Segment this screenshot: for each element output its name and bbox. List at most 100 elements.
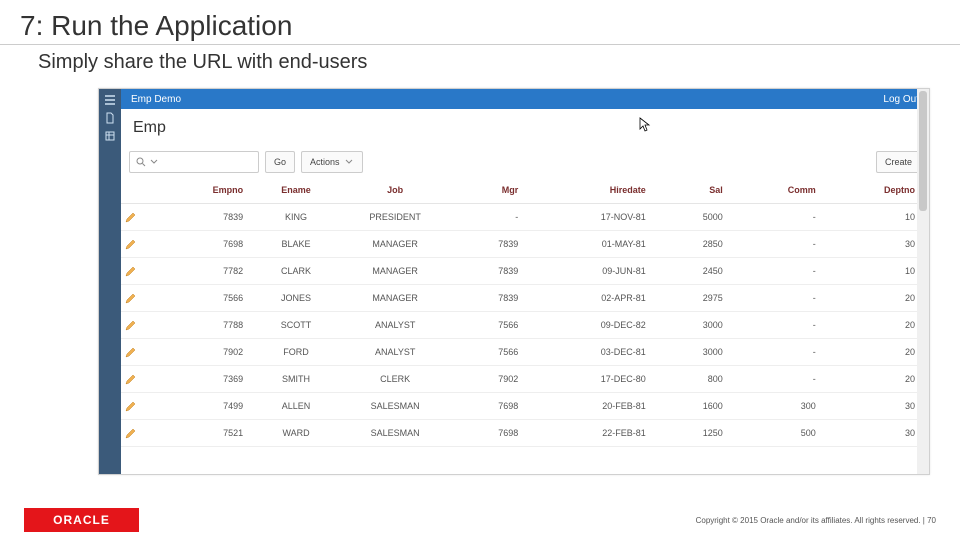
cell-sal: 800 bbox=[660, 366, 737, 393]
table-row: 7521WARDSALESMAN769822-FEB-81125050030 bbox=[121, 420, 929, 447]
cell-sal: 3000 bbox=[660, 312, 737, 339]
cell-job: ANALYST bbox=[335, 339, 455, 366]
cell-ename: SCOTT bbox=[257, 312, 335, 339]
cell-comm: - bbox=[737, 231, 830, 258]
table-row: 7369SMITHCLERK790217-DEC-80800-20 bbox=[121, 366, 929, 393]
cell-hiredate: 17-DEC-80 bbox=[532, 366, 660, 393]
actions-button[interactable]: Actions bbox=[301, 151, 363, 173]
cell-mgr: 7839 bbox=[455, 231, 532, 258]
cell-job: SALESMAN bbox=[335, 393, 455, 420]
col-mgr[interactable]: Mgr bbox=[455, 177, 532, 204]
cell-empno: 7782 bbox=[159, 258, 257, 285]
col-sal[interactable]: Sal bbox=[660, 177, 737, 204]
cell-empno: 7566 bbox=[159, 285, 257, 312]
cell-ename: FORD bbox=[257, 339, 335, 366]
cell-deptno: 20 bbox=[830, 285, 929, 312]
cell-hiredate: 09-DEC-82 bbox=[532, 312, 660, 339]
cell-hiredate: 09-JUN-81 bbox=[532, 258, 660, 285]
cell-hiredate: 20-FEB-81 bbox=[532, 393, 660, 420]
cell-comm: - bbox=[737, 312, 830, 339]
cell-hiredate: 22-FEB-81 bbox=[532, 420, 660, 447]
edit-icon[interactable] bbox=[121, 204, 159, 231]
cell-mgr: 7839 bbox=[455, 258, 532, 285]
cell-empno: 7839 bbox=[159, 204, 257, 231]
toolbar: Go Actions Create bbox=[121, 147, 929, 178]
cell-ename: JONES bbox=[257, 285, 335, 312]
vertical-scrollbar[interactable] bbox=[917, 89, 929, 474]
create-button[interactable]: Create bbox=[876, 151, 921, 173]
cell-deptno: 20 bbox=[830, 312, 929, 339]
col-deptno[interactable]: Deptno bbox=[830, 177, 929, 204]
cell-mgr: 7698 bbox=[455, 420, 532, 447]
cell-ename: SMITH bbox=[257, 366, 335, 393]
table-header-row: Empno Ename Job Mgr Hiredate Sal Comm De… bbox=[121, 177, 929, 204]
cell-hiredate: 03-DEC-81 bbox=[532, 339, 660, 366]
cell-ename: BLAKE bbox=[257, 231, 335, 258]
col-ename[interactable]: Ename bbox=[257, 177, 335, 204]
slide-subtitle: Simply share the URL with end-users bbox=[0, 45, 960, 78]
cell-empno: 7902 bbox=[159, 339, 257, 366]
cell-sal: 2450 bbox=[660, 258, 737, 285]
cell-ename: KING bbox=[257, 204, 335, 231]
table-row: 7698BLAKEMANAGER783901-MAY-812850-30 bbox=[121, 231, 929, 258]
col-comm[interactable]: Comm bbox=[737, 177, 830, 204]
cell-mgr: 7566 bbox=[455, 312, 532, 339]
cell-deptno: 20 bbox=[830, 366, 929, 393]
emp-table: Empno Ename Job Mgr Hiredate Sal Comm De… bbox=[121, 177, 929, 447]
cursor-icon bbox=[639, 117, 651, 133]
col-hiredate[interactable]: Hiredate bbox=[532, 177, 660, 204]
cell-job: CLERK bbox=[335, 366, 455, 393]
cell-empno: 7369 bbox=[159, 366, 257, 393]
cell-job: SALESMAN bbox=[335, 420, 455, 447]
cell-sal: 2975 bbox=[660, 285, 737, 312]
logout-link[interactable]: Log Out bbox=[883, 94, 919, 105]
cell-empno: 7499 bbox=[159, 393, 257, 420]
cell-empno: 7788 bbox=[159, 312, 257, 339]
slide-title: 7: Run the Application bbox=[0, 0, 960, 44]
table-container: Empno Ename Job Mgr Hiredate Sal Comm De… bbox=[121, 177, 929, 474]
edit-icon[interactable] bbox=[121, 366, 159, 393]
cell-sal: 1250 bbox=[660, 420, 737, 447]
page-icon[interactable] bbox=[103, 111, 117, 125]
cell-comm: 300 bbox=[737, 393, 830, 420]
actions-label: Actions bbox=[310, 157, 340, 167]
cell-ename: WARD bbox=[257, 420, 335, 447]
cell-mgr: 7902 bbox=[455, 366, 532, 393]
chevron-down-icon bbox=[150, 158, 158, 166]
cell-job: MANAGER bbox=[335, 285, 455, 312]
edit-icon[interactable] bbox=[121, 393, 159, 420]
cell-mgr: 7566 bbox=[455, 339, 532, 366]
cell-mgr: - bbox=[455, 204, 532, 231]
table-row: 7782CLARKMANAGER783909-JUN-812450-10 bbox=[121, 258, 929, 285]
cell-job: MANAGER bbox=[335, 258, 455, 285]
app-screenshot: Emp Demo Log Out Emp Go Actions Create bbox=[98, 88, 930, 475]
cell-job: MANAGER bbox=[335, 231, 455, 258]
col-job[interactable]: Job bbox=[335, 177, 455, 204]
app-sidebar bbox=[99, 89, 121, 474]
table-icon[interactable] bbox=[103, 129, 117, 143]
hamburger-icon[interactable] bbox=[103, 93, 117, 107]
edit-icon[interactable] bbox=[121, 420, 159, 447]
edit-icon[interactable] bbox=[121, 285, 159, 312]
cell-hiredate: 01-MAY-81 bbox=[532, 231, 660, 258]
cell-deptno: 10 bbox=[830, 258, 929, 285]
cell-deptno: 20 bbox=[830, 339, 929, 366]
cell-comm: - bbox=[737, 258, 830, 285]
edit-icon[interactable] bbox=[121, 312, 159, 339]
cell-mgr: 7839 bbox=[455, 285, 532, 312]
scrollbar-thumb[interactable] bbox=[919, 91, 927, 211]
col-empno[interactable]: Empno bbox=[159, 177, 257, 204]
app-title: Emp Demo bbox=[131, 94, 181, 105]
cell-deptno: 30 bbox=[830, 420, 929, 447]
edit-icon[interactable] bbox=[121, 258, 159, 285]
go-button[interactable]: Go bbox=[265, 151, 295, 173]
table-row: 7902FORDANALYST756603-DEC-813000-20 bbox=[121, 339, 929, 366]
cell-comm: - bbox=[737, 285, 830, 312]
edit-icon[interactable] bbox=[121, 339, 159, 366]
edit-icon[interactable] bbox=[121, 231, 159, 258]
cell-job: PRESIDENT bbox=[335, 204, 455, 231]
cell-sal: 3000 bbox=[660, 339, 737, 366]
search-input[interactable] bbox=[129, 151, 259, 173]
copyright-text: Copyright © 2015 Oracle and/or its affil… bbox=[696, 516, 936, 525]
cell-sal: 2850 bbox=[660, 231, 737, 258]
